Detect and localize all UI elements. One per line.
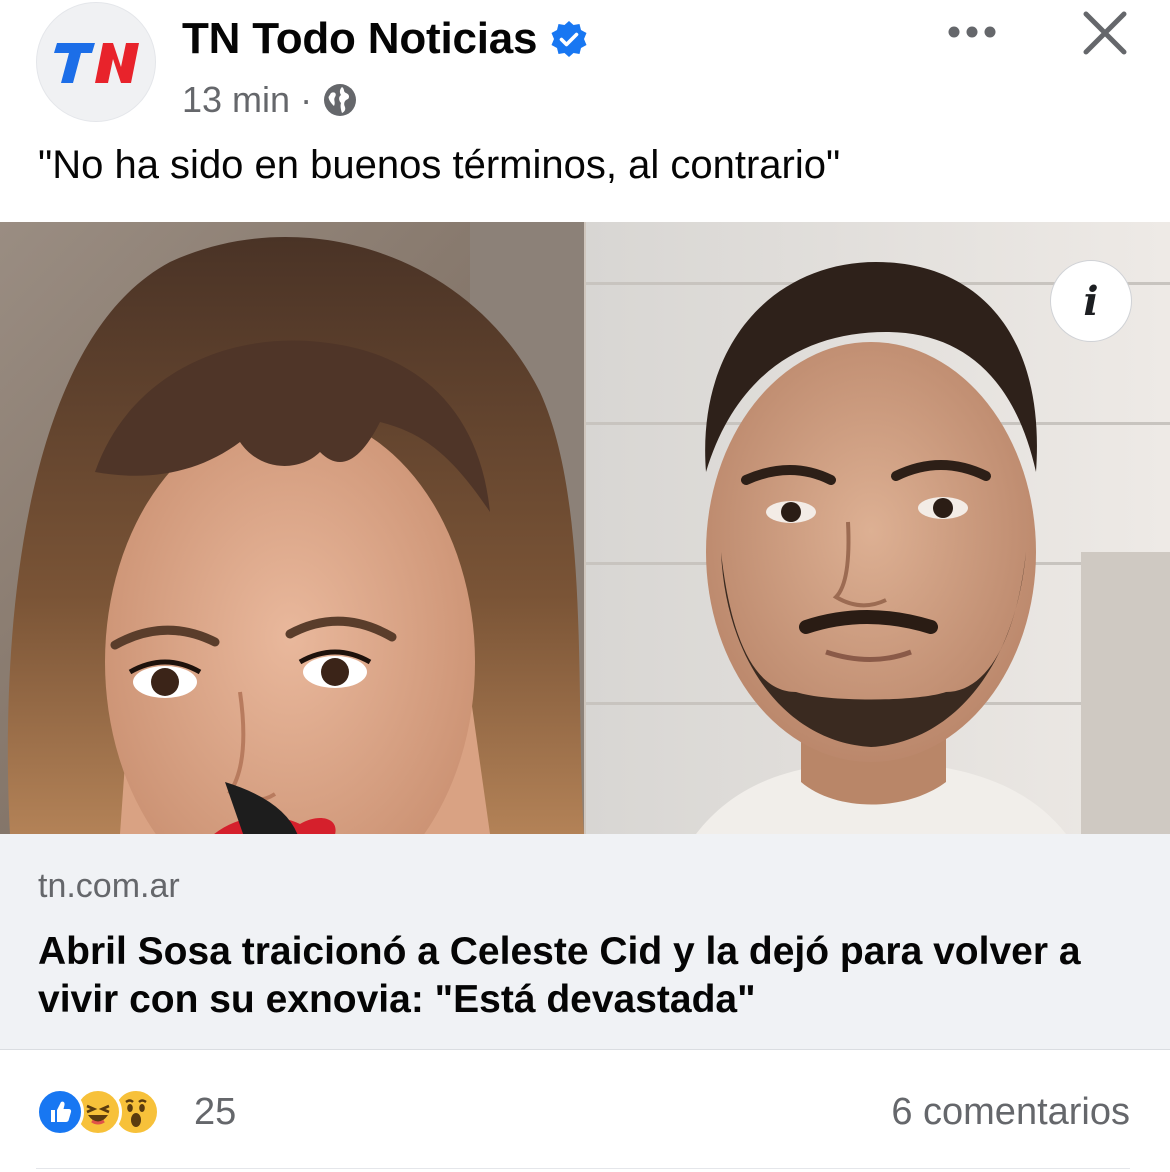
author-name[interactable]: TN Todo Noticias xyxy=(182,14,589,64)
post-header: TN Todo Noticias 13 min · "No ha sido en… xyxy=(0,0,1170,222)
author-name-text[interactable]: TN Todo Noticias xyxy=(182,14,538,64)
link-meta[interactable]: tn.com.ar Abril Sosa traicionó a Celeste… xyxy=(0,834,1170,1050)
page-avatar[interactable] xyxy=(36,2,156,122)
reactions-bar: 25 6 comentarios xyxy=(0,1050,1170,1172)
article-image[interactable]: i xyxy=(0,222,1170,834)
woman-portrait-photo xyxy=(0,222,584,834)
link-headline[interactable]: Abril Sosa traicionó a Celeste Cid y la … xyxy=(38,928,1128,1024)
post-meta: 13 min · xyxy=(182,78,358,122)
post-time[interactable]: 13 min xyxy=(182,78,290,122)
divider xyxy=(36,1168,1130,1169)
link-preview-card[interactable]: i tn.com.ar Abril Sosa traicionó a Celes… xyxy=(0,222,1170,1050)
reaction-icons[interactable] xyxy=(36,1088,160,1136)
close-icon[interactable] xyxy=(1076,4,1134,62)
tn-logo-icon xyxy=(54,43,139,83)
link-domain: tn.com.ar xyxy=(38,867,180,905)
verified-badge-icon xyxy=(551,21,587,57)
like-icon xyxy=(36,1088,84,1136)
post-caption: "No ha sido en buenos términos, al contr… xyxy=(38,143,841,187)
more-options-icon[interactable] xyxy=(940,14,1004,50)
globe-icon xyxy=(324,84,357,116)
meta-separator: · xyxy=(300,79,313,120)
info-button[interactable]: i xyxy=(1050,260,1132,342)
reaction-count[interactable]: 25 xyxy=(194,1088,236,1136)
comments-count[interactable]: 6 comentarios xyxy=(891,1088,1130,1136)
